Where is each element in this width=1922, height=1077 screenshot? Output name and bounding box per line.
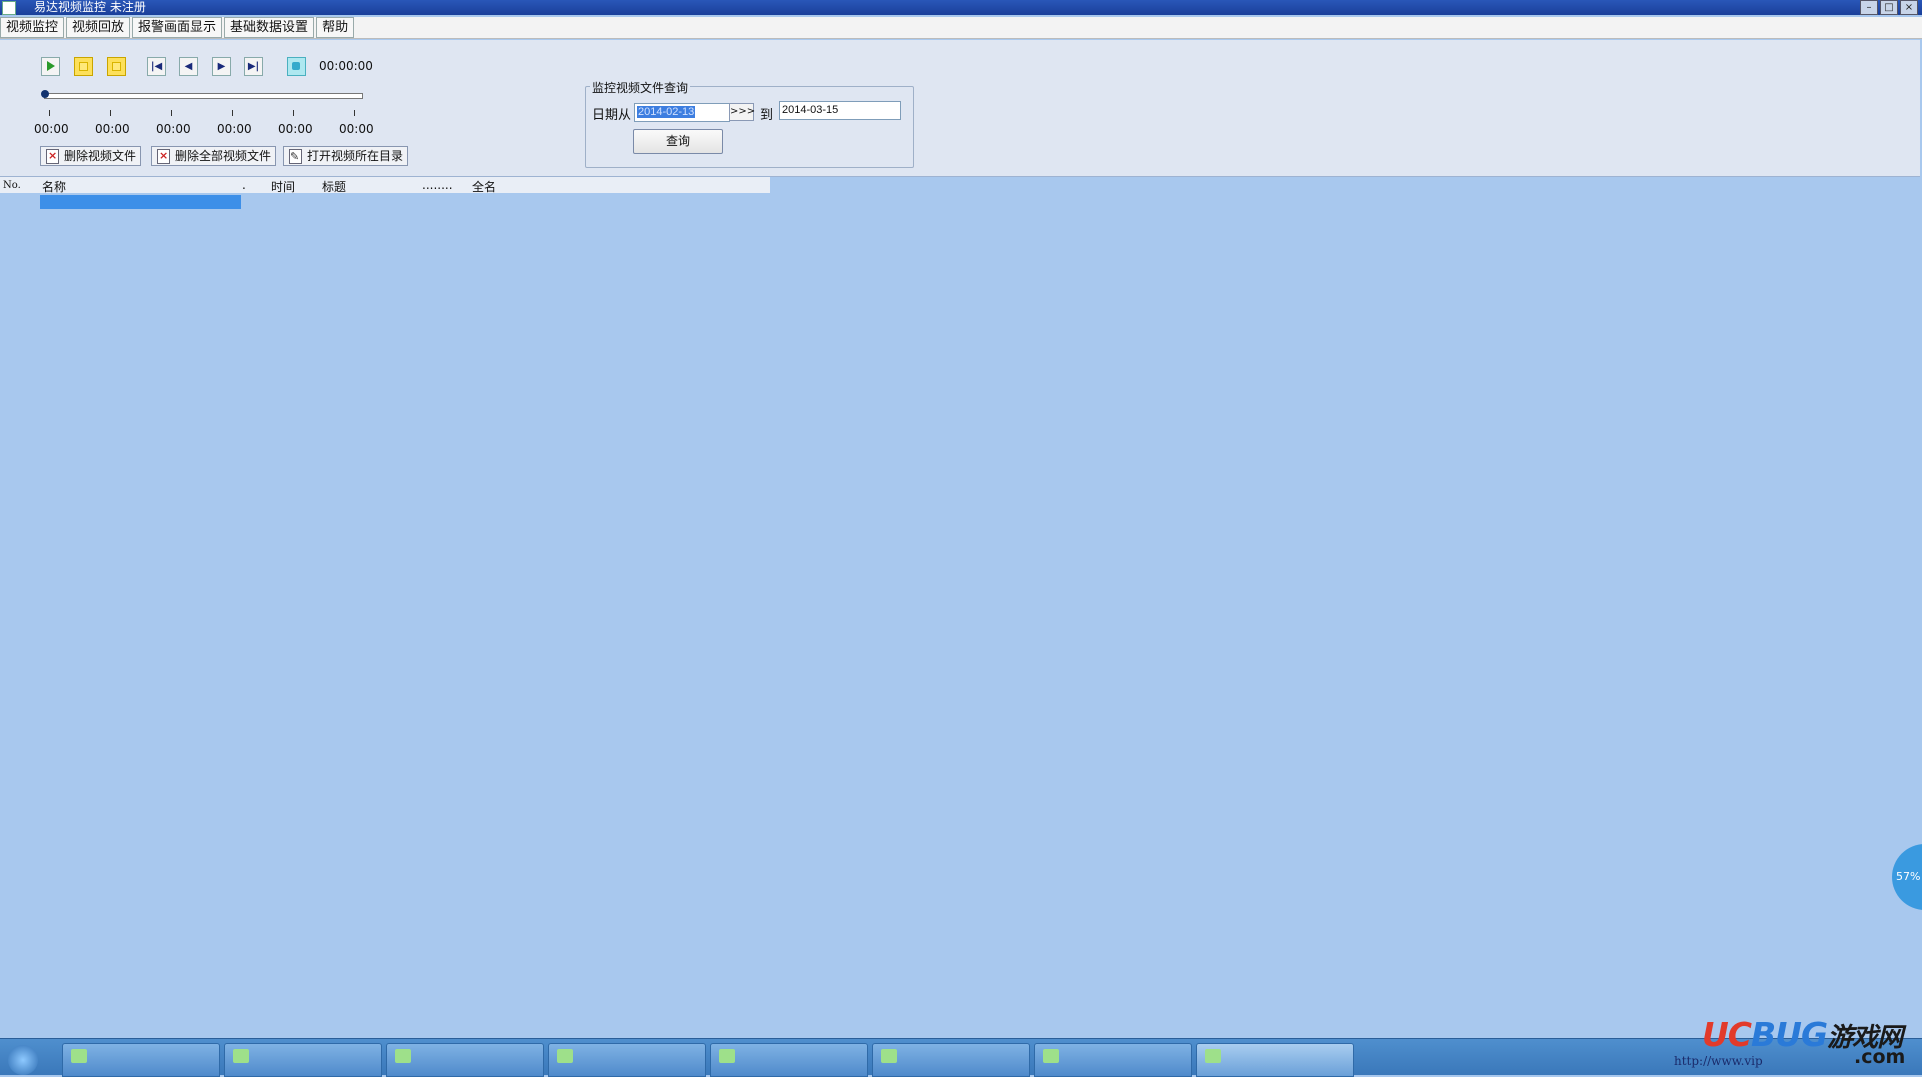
from-date-label: 日期从 xyxy=(592,108,632,123)
timeline-label: 00:00 xyxy=(217,122,252,136)
playback-toolbar: |◀ ◀ ▶ ▶| 00:00:00 00:00 00:00 00:00 00:… xyxy=(0,40,1920,177)
task-icon xyxy=(395,1049,411,1063)
from-date-input[interactable]: 2014-02-13 xyxy=(634,103,730,122)
to-date-label: 到 xyxy=(760,108,774,123)
slider-knob[interactable] xyxy=(41,90,49,98)
task-icon xyxy=(557,1049,573,1063)
task-icon xyxy=(1043,1049,1059,1063)
taskbar-item[interactable] xyxy=(872,1043,1030,1077)
delete-video-button[interactable]: 删除视频文件 xyxy=(40,146,142,166)
timeline-label: 00:00 xyxy=(156,122,191,136)
app-icon xyxy=(2,1,16,15)
taskbar: http://www.vip xyxy=(0,1038,1922,1077)
window-title: 易达视频监控 未注册 xyxy=(34,0,146,14)
menu-alarm-display[interactable]: 报警画面显示 xyxy=(132,17,223,38)
column-name[interactable]: 名称 xyxy=(42,178,66,195)
skip-start-icon[interactable]: |◀ xyxy=(147,57,166,76)
timeline-tick xyxy=(354,110,355,116)
column-dot[interactable]: . xyxy=(242,178,246,192)
menu-video-playback[interactable]: 视频回放 xyxy=(66,17,131,38)
delete-file-icon xyxy=(46,147,59,165)
snapshot-icon[interactable] xyxy=(287,57,306,76)
file-list-header: No. 名称 . 时间 标题 ........ 全名 xyxy=(0,177,770,195)
menu-video-monitor[interactable]: 视频监控 xyxy=(0,17,65,38)
task-icon xyxy=(233,1049,249,1063)
to-date-input[interactable]: 2014-03-15 xyxy=(779,101,901,120)
query-group-title: 监控视频文件查询 xyxy=(590,79,691,96)
title-bar: 易达视频监控 未注册 – □ × xyxy=(0,0,1922,15)
skip-end-icon[interactable]: ▶| xyxy=(244,57,263,76)
timeline-tick xyxy=(232,110,233,116)
progress-slider[interactable] xyxy=(41,90,363,99)
timeline-label: 00:00 xyxy=(34,122,69,136)
taskbar-item[interactable] xyxy=(548,1043,706,1077)
pause-icon[interactable] xyxy=(74,57,93,76)
task-icon xyxy=(881,1049,897,1063)
query-group: 监控视频文件查询 日期从 2014-02-13 >>> 到 2014-03-15… xyxy=(585,79,914,168)
stop-icon[interactable] xyxy=(107,57,126,76)
taskbar-item[interactable] xyxy=(386,1043,544,1077)
tray-url: http://www.vip xyxy=(1674,1054,1763,1068)
float-ball[interactable]: 57% xyxy=(1892,844,1922,910)
timeline-label: 00:00 xyxy=(278,122,313,136)
minimize-icon[interactable]: – xyxy=(1860,0,1878,15)
column-dots: ........ xyxy=(422,178,453,192)
timeline-tick xyxy=(110,110,111,116)
task-icon xyxy=(71,1049,87,1063)
open-folder-icon xyxy=(289,148,302,166)
taskbar-item[interactable] xyxy=(62,1043,220,1077)
column-title[interactable]: 标题 xyxy=(322,178,346,195)
open-folder-label: 打开视频所在目录 xyxy=(307,149,404,163)
watermark-com: .com xyxy=(1854,1046,1906,1068)
taskbar-item[interactable] xyxy=(710,1043,868,1077)
timeline-label: 00:00 xyxy=(95,122,130,136)
column-no[interactable]: No. xyxy=(3,180,21,191)
task-icon xyxy=(719,1049,735,1063)
to-date-value: 2014-03-15 xyxy=(782,104,839,116)
timeline-tick xyxy=(293,110,294,116)
query-button[interactable]: 查询 xyxy=(633,129,723,154)
column-fullname[interactable]: 全名 xyxy=(472,178,496,195)
taskbar-item[interactable] xyxy=(1034,1043,1192,1077)
timeline-tick xyxy=(49,110,50,116)
menu-bar: 视频监控 视频回放 报警画面显示 基础数据设置 帮助 xyxy=(0,17,1922,39)
step-forward-icon[interactable]: ▶ xyxy=(212,57,231,76)
delete-all-videos-button[interactable]: 删除全部视频文件 xyxy=(151,146,277,166)
column-time[interactable]: 时间 xyxy=(271,178,295,195)
menu-help[interactable]: 帮助 xyxy=(316,17,355,38)
menu-base-settings[interactable]: 基础数据设置 xyxy=(224,17,315,38)
open-video-folder-button[interactable]: 打开视频所在目录 xyxy=(283,146,409,166)
window-controls: – □ × xyxy=(1860,0,1918,15)
taskbar-item-active[interactable] xyxy=(1196,1043,1354,1077)
time-readout: 00:00:00 xyxy=(319,59,373,73)
delete-all-label: 删除全部视频文件 xyxy=(175,149,272,163)
start-button[interactable] xyxy=(8,1045,38,1075)
task-icon xyxy=(1205,1049,1221,1063)
delete-all-icon xyxy=(157,147,170,165)
maximize-icon[interactable]: □ xyxy=(1880,0,1898,15)
step-back-icon[interactable]: ◀ xyxy=(179,57,198,76)
timeline-label: 00:00 xyxy=(339,122,374,136)
play-icon[interactable] xyxy=(41,57,60,76)
from-date-value: 2014-02-13 xyxy=(637,106,696,118)
selected-row[interactable] xyxy=(40,195,241,209)
close-icon[interactable]: × xyxy=(1900,0,1918,15)
date-arrow-button[interactable]: >>> xyxy=(729,103,755,121)
delete-video-label: 删除视频文件 xyxy=(64,149,137,163)
taskbar-item[interactable] xyxy=(224,1043,382,1077)
timeline-tick xyxy=(171,110,172,116)
